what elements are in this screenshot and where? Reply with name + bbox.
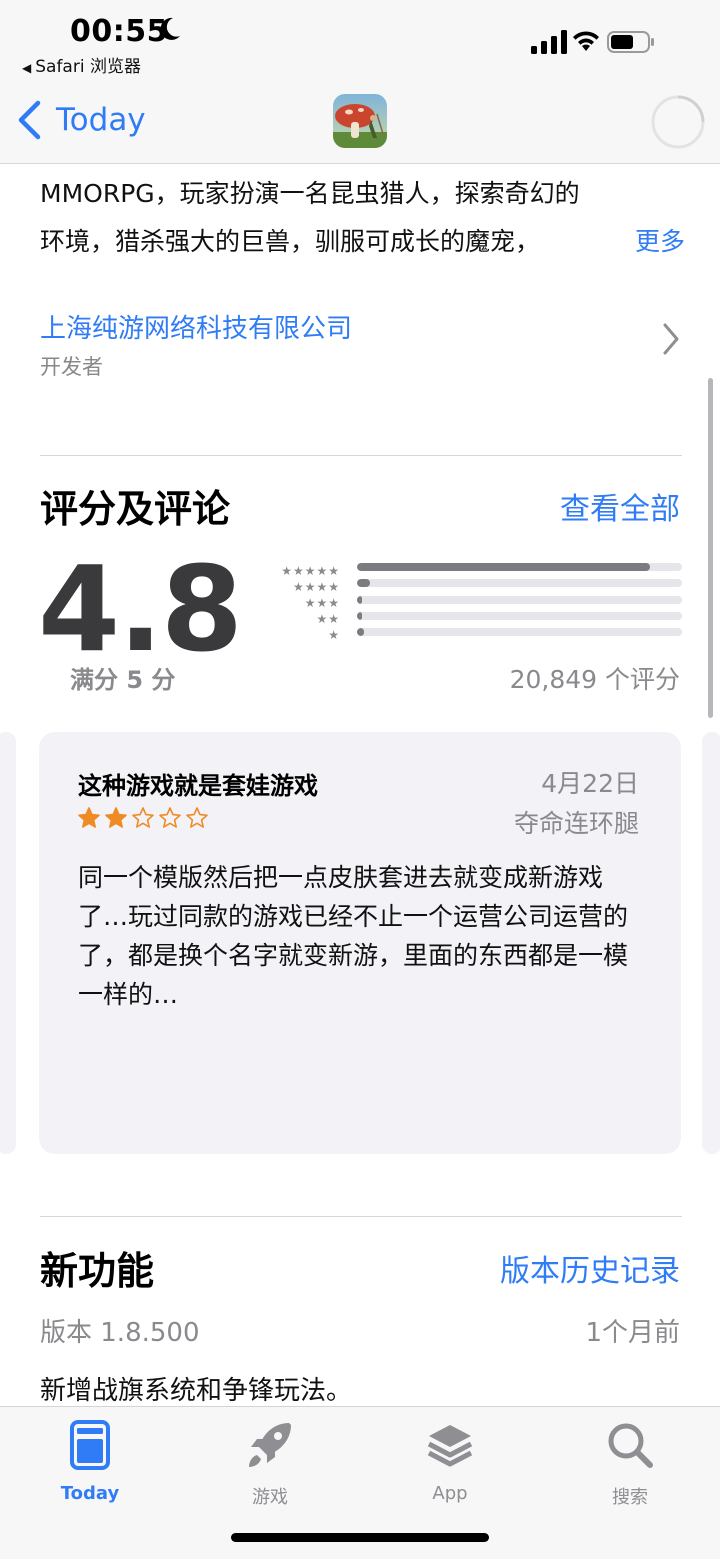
star-row-5: ★★★★★ bbox=[281, 564, 340, 578]
review-title: 这种游戏就是套娃游戏 bbox=[78, 772, 318, 800]
tab-today[interactable]: Today bbox=[30, 1419, 150, 1504]
status-time: 00:55 bbox=[70, 14, 168, 49]
star-row-4: ★★★★ bbox=[292, 580, 340, 594]
chevron-right-icon bbox=[663, 323, 679, 355]
star-filled-icon bbox=[105, 807, 127, 828]
moon-icon bbox=[160, 17, 180, 40]
star-row-3: ★★★ bbox=[304, 596, 340, 610]
average-rating: 4.8 bbox=[38, 540, 243, 678]
battery-icon bbox=[607, 31, 654, 53]
rating-bar-fill bbox=[357, 579, 370, 588]
app-icon bbox=[333, 94, 387, 148]
star-row-1: ★ bbox=[328, 628, 340, 642]
tab-games[interactable]: 游戏 bbox=[210, 1419, 330, 1509]
back-triangle-icon: ◀ bbox=[22, 61, 32, 75]
rating-out-of: 满分 5 分 bbox=[70, 666, 176, 694]
rocket-icon bbox=[249, 1423, 291, 1467]
star-filled-icon bbox=[78, 807, 100, 828]
star-empty-icon bbox=[186, 807, 208, 828]
status-bar: 00:55 ◀ Safari 浏览器 bbox=[0, 0, 720, 80]
review-author: 夺命连环腿 bbox=[513, 809, 639, 838]
review-date: 4月22日 bbox=[541, 769, 639, 798]
rating-bar-5-star bbox=[357, 563, 682, 571]
see-all-reviews-link[interactable]: 查看全部 bbox=[560, 484, 680, 528]
rating-bar-fill bbox=[357, 628, 364, 637]
section-divider bbox=[40, 1216, 682, 1217]
tab-apps[interactable]: App bbox=[390, 1419, 510, 1504]
version-number: 版本 1.8.500 bbox=[40, 1318, 200, 1348]
more-link[interactable]: 更多 bbox=[584, 218, 685, 266]
rating-bar-1-star bbox=[357, 628, 682, 637]
description-line-2-wrap: 环境，猎杀强大的巨兽，驯服可成长的魔宠， 更多 bbox=[40, 218, 685, 266]
developer-label: 开发者 bbox=[40, 355, 103, 379]
description-line-2: 环境，猎杀强大的巨兽，驯服可成长的魔宠， bbox=[40, 227, 541, 256]
next-review-card[interactable] bbox=[702, 732, 720, 1154]
back-app-label: Safari 浏览器 bbox=[35, 57, 141, 77]
ratings-title: 评分及评论 bbox=[40, 487, 231, 531]
review-card[interactable]: 这种游戏就是套娃游戏 4月22日 夺命连环腿 同一个模版然后把一点皮肤套进去就变… bbox=[39, 732, 681, 1154]
layers-icon bbox=[427, 1425, 473, 1467]
section-divider bbox=[40, 455, 682, 456]
developer-name: 上海纯游网络科技有限公司 bbox=[40, 314, 353, 344]
star-empty-icon bbox=[132, 807, 154, 828]
star-empty-icon bbox=[159, 807, 181, 828]
release-notes: 新增战旗系统和争锋玩法。 bbox=[40, 1376, 353, 1406]
tab-label: 搜索 bbox=[612, 1487, 648, 1508]
rating-bar-2-star bbox=[357, 611, 682, 620]
search-icon bbox=[608, 1423, 653, 1468]
tab-label: Today bbox=[60, 1483, 120, 1504]
chevron-left-icon bbox=[18, 100, 41, 140]
app-description: MMORPG，玩家扮演一名昆虫猎人，探索奇幻的 环境，猎杀强大的巨兽，驯服可成长… bbox=[40, 170, 685, 266]
back-label: Today bbox=[56, 102, 146, 138]
loading-spinner-icon bbox=[651, 95, 705, 149]
today-icon bbox=[70, 1420, 110, 1470]
rating-distribution bbox=[357, 563, 682, 644]
tab-search[interactable]: 搜索 bbox=[570, 1419, 690, 1509]
nav-bar: Today bbox=[0, 80, 720, 164]
back-to-safari[interactable]: ◀ Safari 浏览器 bbox=[22, 52, 141, 77]
rating-bar-4-star bbox=[357, 579, 682, 588]
tab-label: 游戏 bbox=[252, 1487, 288, 1508]
previous-review-card[interactable] bbox=[0, 732, 16, 1154]
signal-icon bbox=[531, 30, 567, 54]
review-star-rating bbox=[77, 806, 209, 830]
developer-row[interactable]: 上海纯游网络科技有限公司 开发者 bbox=[40, 308, 680, 388]
description-line-1: MMORPG，玩家扮演一名昆虫猎人，探索奇幻的 bbox=[40, 179, 580, 208]
home-indicator[interactable] bbox=[231, 1533, 489, 1542]
rating-bar-fill bbox=[357, 563, 650, 571]
tab-label: App bbox=[432, 1483, 468, 1504]
back-button[interactable]: Today bbox=[16, 100, 146, 140]
whats-new-title: 新功能 bbox=[40, 1249, 155, 1293]
scrollbar[interactable] bbox=[708, 378, 713, 718]
version-age: 1个月前 bbox=[585, 1318, 680, 1348]
rating-bar-fill bbox=[357, 595, 362, 604]
rating-bar-fill bbox=[357, 611, 362, 620]
star-levels: ★★★★★ ★★★★ ★★★ ★★ ★ bbox=[262, 563, 340, 643]
version-history-link[interactable]: 版本历史记录 bbox=[500, 1246, 680, 1290]
wifi-icon bbox=[573, 31, 599, 51]
rating-bar-3-star bbox=[357, 595, 682, 604]
rating-count: 20,849 个评分 bbox=[509, 665, 680, 694]
star-row-2: ★★ bbox=[316, 612, 340, 626]
review-body: 同一个模版然后把一点皮肤套进去就变成新游戏了…玩过同款的游戏已经不止一个运营公司… bbox=[78, 863, 629, 1009]
